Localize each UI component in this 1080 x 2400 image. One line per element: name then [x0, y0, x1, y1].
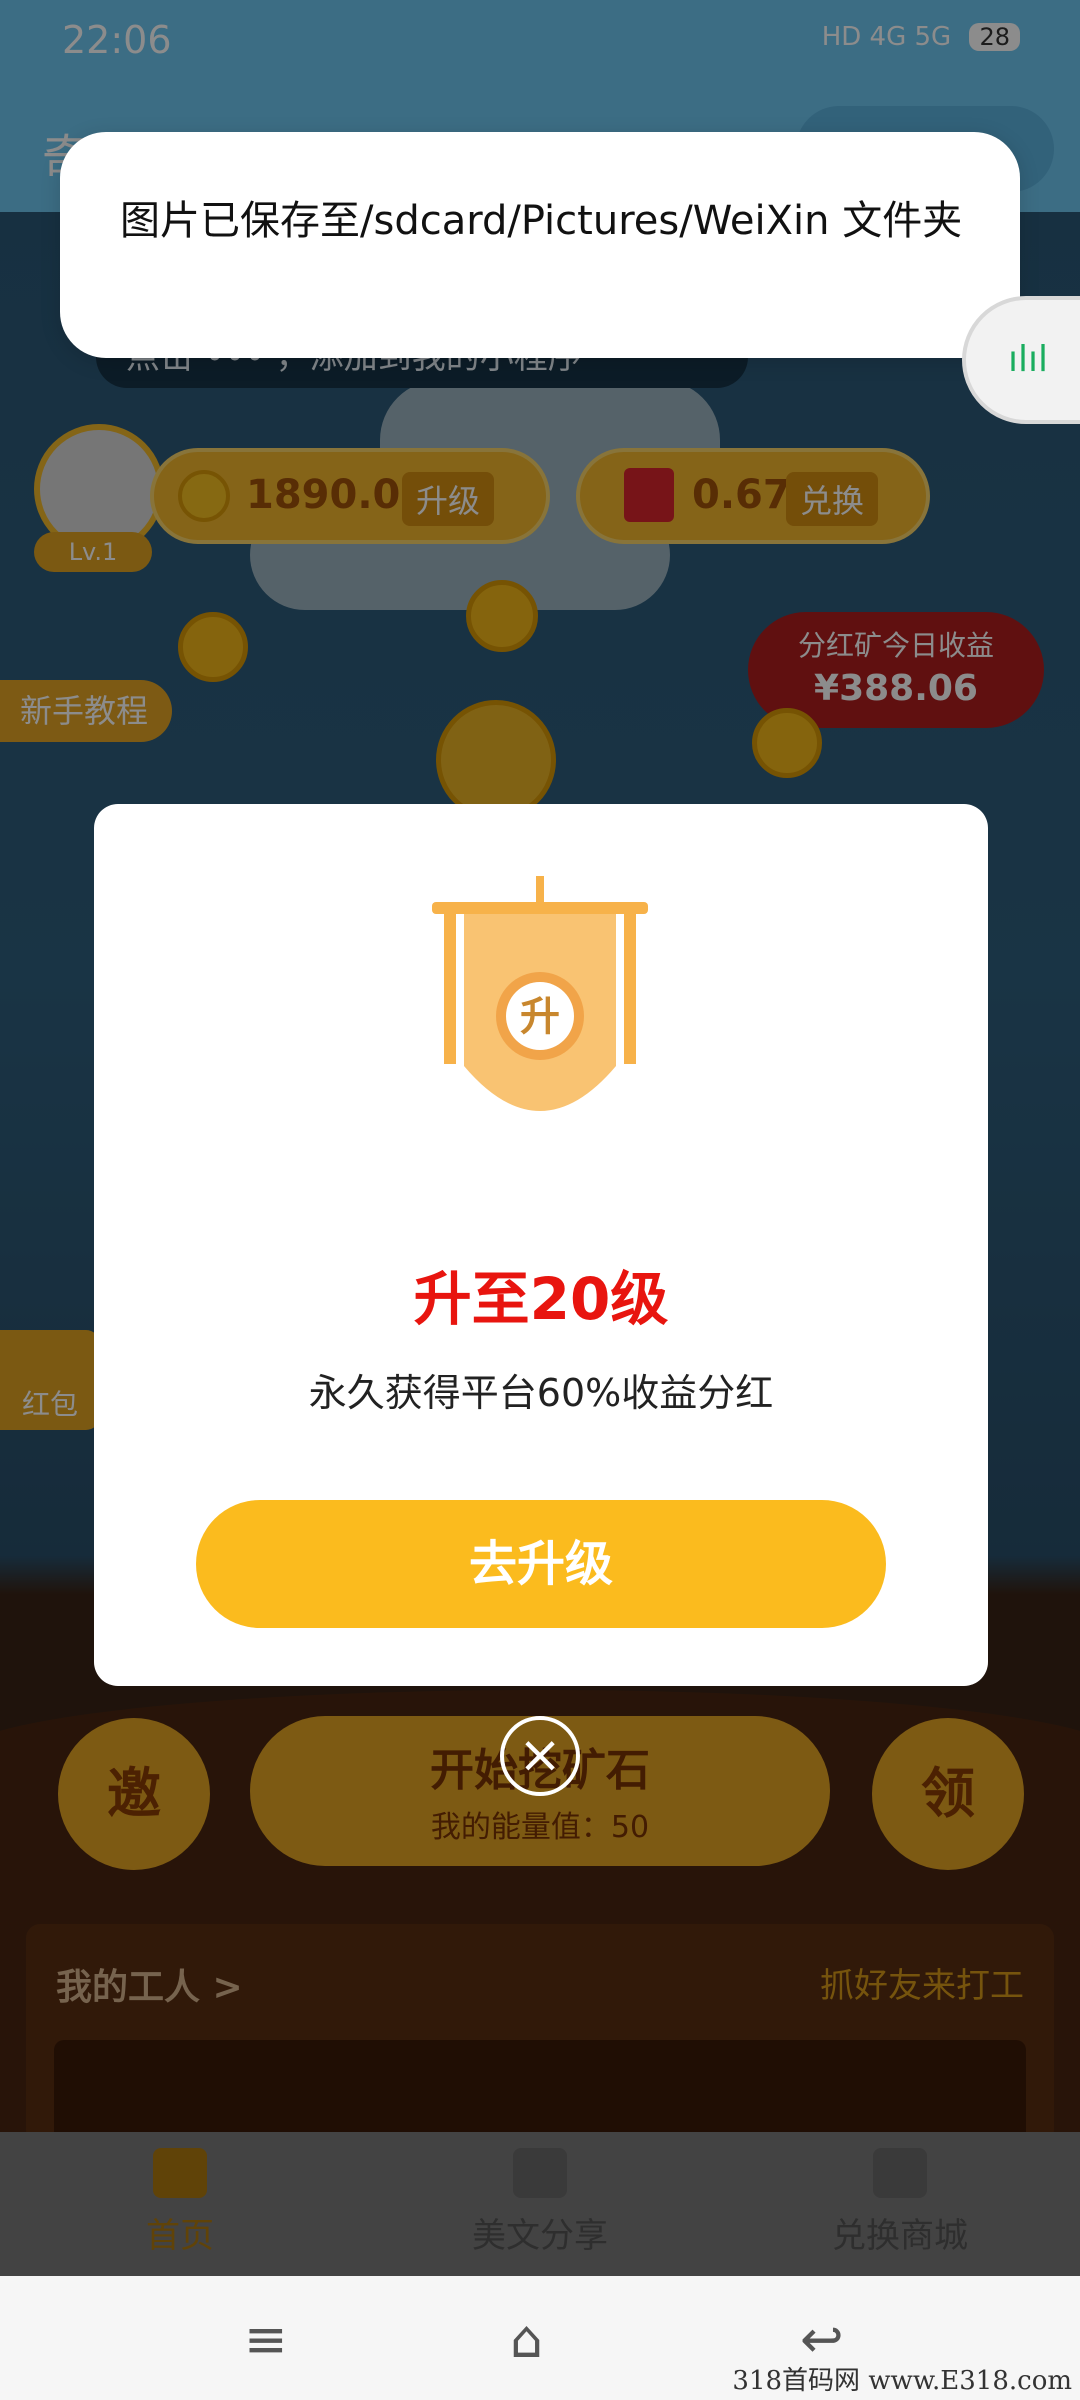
upgrade-badge-char: 升	[520, 994, 560, 1040]
go-upgrade-button[interactable]: 去升级	[196, 1500, 886, 1628]
modal-description: 永久获得平台60%收益分红	[308, 1371, 774, 1415]
voice-icon[interactable]: ılıl	[962, 296, 1080, 424]
close-icon[interactable]: ×	[500, 1716, 580, 1796]
toast-message: 图片已保存至/sdcard/Pictures/WeiXin 文件夹	[120, 198, 963, 244]
home-nav-icon[interactable]: ⌂	[510, 2310, 543, 2370]
upgrade-banner-icon: 升	[432, 876, 648, 1111]
modal-title: 升至20级	[413, 1265, 669, 1333]
menu-icon[interactable]: ≡	[244, 2310, 288, 2370]
watermark: 318首码网 www.E318.com	[732, 2366, 1072, 2396]
